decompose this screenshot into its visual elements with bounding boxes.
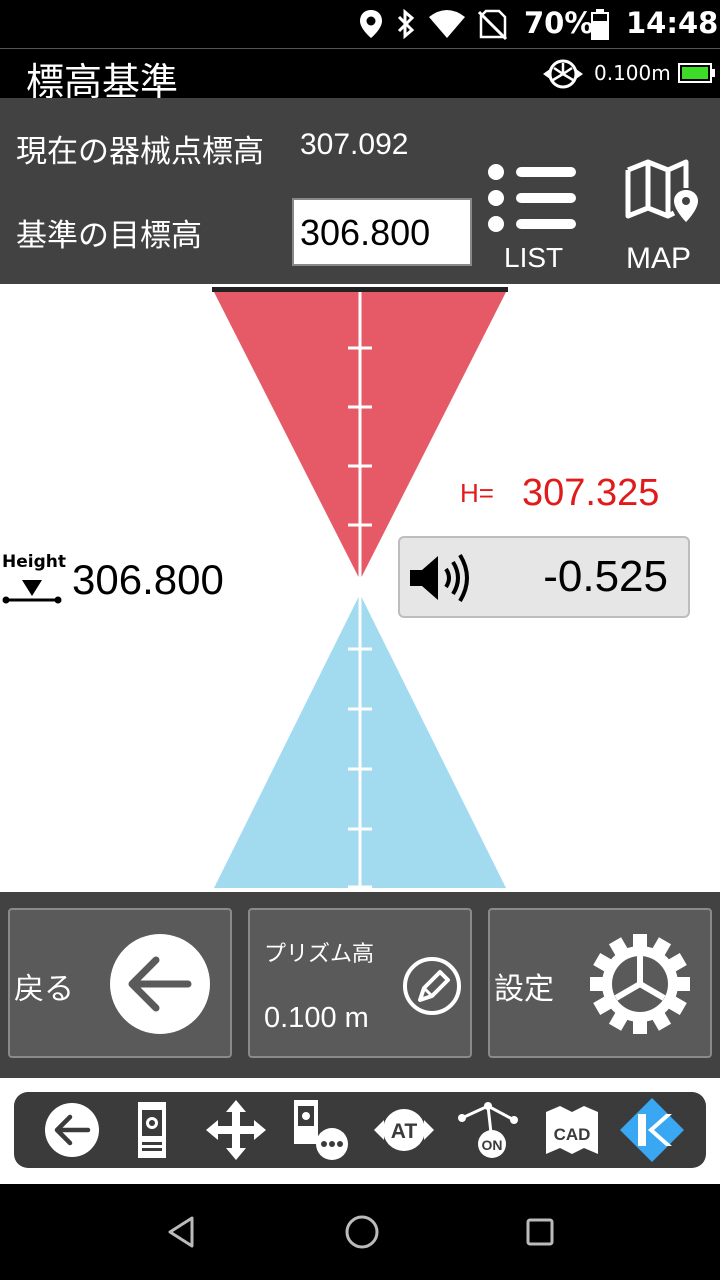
current-elevation-value: 307.092 [300, 128, 409, 161]
back-button-label: 戻る [14, 972, 74, 1007]
map-label: MAP [626, 242, 692, 275]
edit-pencil-icon [403, 957, 461, 1015]
wifi-icon [429, 10, 465, 38]
prism-icon [543, 59, 583, 89]
list-icon [488, 164, 576, 232]
bluetooth-icon [397, 8, 415, 40]
map-icon [625, 159, 698, 222]
instrument-icon [138, 1102, 166, 1158]
difference-display[interactable]: -0.525 [398, 536, 690, 618]
back-button[interactable]: 戻る [8, 908, 232, 1058]
top-limit-bar [212, 287, 508, 292]
at-icon: AT [374, 1109, 434, 1151]
toolbar-area: AT ON CAD [0, 1078, 720, 1184]
instrument-battery-icon [678, 63, 715, 83]
app-screen: 70% 14:48 標高基準 0.100m 現在の器械点標高 307.092 基… [0, 0, 720, 1280]
info-panel: 現在の器械点標高 307.092 基準の目標高 306.800 LIST MAP [0, 98, 720, 284]
list-button[interactable]: LIST [486, 158, 582, 278]
location-icon [360, 10, 382, 38]
toolbar-k-button[interactable] [620, 1098, 684, 1162]
speaker-icon [410, 553, 469, 603]
status-bar: 70% 14:48 [0, 0, 720, 48]
settings-button[interactable]: 設定 [488, 908, 712, 1058]
system-nav-bar [0, 1184, 720, 1280]
cad-icon: CAD [546, 1106, 598, 1154]
map-button[interactable]: MAP [616, 158, 708, 278]
battery-icon [591, 9, 609, 40]
toolbar-on-button[interactable]: ON [456, 1098, 520, 1162]
toolbar-instrument-button[interactable] [120, 1098, 184, 1162]
gear-icon [590, 934, 690, 1034]
arrow-left-icon [110, 934, 210, 1034]
current-elevation-label: 現在の器械点標高 [16, 134, 264, 170]
k-logo-icon [620, 1098, 684, 1162]
prism-height-value: 0.100 m [264, 1002, 369, 1034]
settings-button-label: 設定 [494, 972, 554, 1007]
toolbar-instrument-more-button[interactable] [288, 1098, 352, 1162]
battery-percent: 70% [524, 6, 594, 40]
on-icon: ON [458, 1102, 518, 1158]
height-marker-label: Height [2, 552, 66, 572]
clock: 14:48 [626, 6, 719, 40]
toolbar-cad-button[interactable]: CAD [540, 1098, 604, 1162]
height-marker: Height [0, 552, 66, 612]
on-text: ON [482, 1137, 503, 1153]
reference-height-value: 306.800 [72, 556, 224, 603]
prism-height-display: 0.100m [594, 61, 671, 85]
action-panel: 戻る プリズム高 0.100 m 設定 [0, 892, 720, 1078]
toolbar-move-button[interactable] [204, 1098, 268, 1162]
height-difference-value: -0.525 [543, 552, 668, 601]
prism-height-label: プリズム高 [264, 942, 375, 967]
back-triangle-icon[interactable] [164, 1212, 198, 1252]
title-bar: 標高基準 0.100m [0, 48, 720, 104]
home-circle-icon[interactable] [342, 1212, 382, 1252]
target-height-label: 基準の目標高 [16, 218, 202, 254]
instrument-more-icon [294, 1100, 348, 1160]
back-icon [45, 1103, 99, 1157]
target-height-input[interactable]: 306.800 [292, 198, 472, 266]
height-marker-icon [2, 580, 62, 604]
toolbar-back-button[interactable] [40, 1098, 104, 1162]
measured-h-value: 307.325 [522, 472, 660, 514]
prism-height-button[interactable]: プリズム高 0.100 m [248, 908, 472, 1058]
bottom-toolbar: AT ON CAD [14, 1092, 706, 1168]
recents-square-icon[interactable] [522, 1212, 558, 1252]
no-sim-icon [478, 9, 508, 40]
toolbar-at-button[interactable]: AT [372, 1098, 436, 1162]
measured-h-label: H= [460, 478, 494, 508]
list-label: LIST [504, 242, 564, 273]
move-icon [206, 1100, 266, 1160]
at-text: AT [391, 1120, 418, 1143]
cad-text: CAD [554, 1125, 591, 1144]
